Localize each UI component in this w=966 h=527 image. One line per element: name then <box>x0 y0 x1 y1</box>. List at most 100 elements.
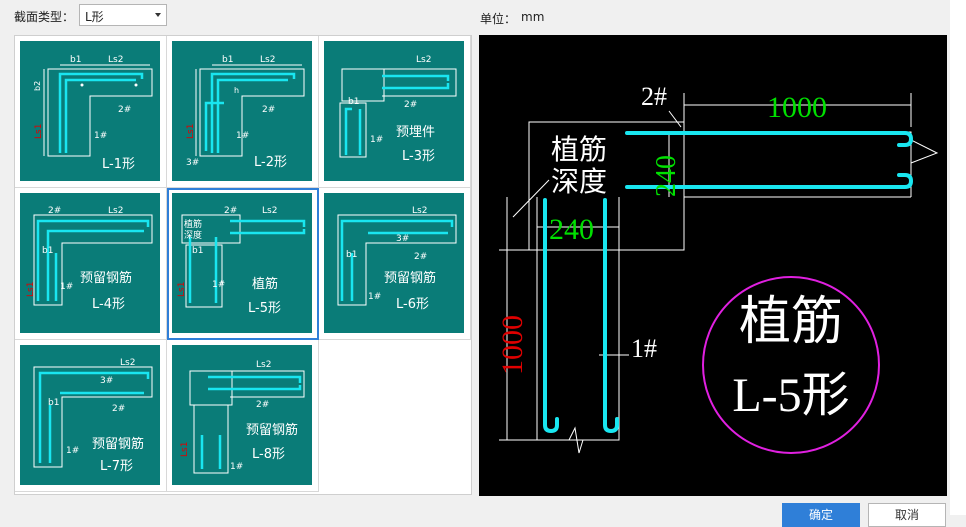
svg-text:b1: b1 <box>346 250 357 260</box>
svg-text:240: 240 <box>549 213 594 246</box>
shape-thumbnail: Ls2 3# 2# b1 1# 预留钢筋 L-6形 <box>324 193 464 333</box>
unit-value: mm <box>521 10 545 24</box>
l5-detail-drawing: 2# 1000 240 植筋 深度 240 1000 1# 植筋 L-5形 <box>496 82 939 454</box>
l5-drawing: 2# Ls2 植筋 深度 b1 Ls1 1# <box>177 206 306 308</box>
shape-name: L-1形 <box>102 157 135 172</box>
svg-text:1#: 1# <box>236 131 249 141</box>
svg-text:Ls2: Ls2 <box>108 55 123 65</box>
shape-tile-l4[interactable]: 2# Ls2 b1 Ls1 1# 预留钢筋 L-4形 <box>15 188 167 340</box>
shape-subtitle: 预留钢筋 <box>80 271 133 286</box>
svg-text:Ls1: Ls1 <box>180 442 190 457</box>
svg-text:Ls2: Ls2 <box>256 360 271 370</box>
shape-name: L-7形 <box>100 459 133 474</box>
shape-subtitle: 预留钢筋 <box>384 271 437 286</box>
shape-thumbnail: 2# Ls2 b1 Ls1 1# 预留钢筋 L-4形 <box>20 193 160 333</box>
svg-text:2#: 2# <box>112 404 125 414</box>
cancel-button[interactable]: 取消 <box>868 503 946 527</box>
svg-text:3#: 3# <box>396 234 409 244</box>
unit-label: 单位： <box>480 12 517 26</box>
svg-text:2#: 2# <box>404 100 417 110</box>
svg-text:植筋: 植筋 <box>184 218 202 230</box>
shape-thumbnail: b1 Ls2 h Ls1 2# 1# 3# L-2形 <box>172 41 312 181</box>
svg-text:1#: 1# <box>631 334 657 363</box>
shape-tile-l3[interactable]: Ls2 b1 2# 1# 预埋件 L-3形 <box>319 36 471 188</box>
shape-name: L-3形 <box>402 149 435 164</box>
l7-drawing: Ls2 3# 2# b1 1# <box>33 358 153 468</box>
shape-thumbnail: 2# Ls2 植筋 深度 b1 Ls1 1# 植筋 L-5形 <box>172 193 312 333</box>
shape-thumbnail: b1 Ls2 b2 Ls1 2# 1# L-1形 <box>20 41 160 181</box>
svg-text:1#: 1# <box>370 135 383 145</box>
shape-tile-l2[interactable]: b1 Ls2 h Ls1 2# 1# 3# L-2形 <box>167 36 319 188</box>
shape-tile-l8[interactable]: Ls2 2# 1# Ls1 预留钢筋 L-8形 <box>167 340 319 492</box>
section-type-select[interactable]: L形 <box>79 4 167 26</box>
shape-name: L-6形 <box>396 297 429 312</box>
shape-subtitle: 预留钢筋 <box>246 423 299 438</box>
shape-subtitle: 预留钢筋 <box>92 437 145 452</box>
svg-text:b2: b2 <box>33 81 42 91</box>
svg-text:Ls2: Ls2 <box>108 206 123 216</box>
svg-text:1#: 1# <box>66 446 79 456</box>
svg-text:Ls1: Ls1 <box>34 124 44 139</box>
shape-name: L-5形 <box>248 301 281 316</box>
shape-name: L-2形 <box>254 155 287 170</box>
l3-drawing: Ls2 b1 2# 1# <box>339 55 457 158</box>
shape-subtitle: 预埋件 <box>396 125 436 140</box>
svg-text:1#: 1# <box>212 280 225 290</box>
svg-text:2#: 2# <box>256 400 269 410</box>
svg-text:1000: 1000 <box>496 315 529 375</box>
section-shape-gallery: b1 Ls2 b2 Ls1 2# 1# L-1形 b1 Ls2 h Ls1 2#… <box>14 35 472 495</box>
shape-name: L-4形 <box>92 297 125 312</box>
shape-tile-l7[interactable]: Ls2 3# 2# b1 1# 预留钢筋 L-7形 <box>15 340 167 492</box>
svg-text:Ls1: Ls1 <box>186 124 196 139</box>
svg-text:3#: 3# <box>186 158 199 168</box>
section-type-label: 截面类型： <box>14 10 75 24</box>
ok-button[interactable]: 确定 <box>782 503 860 527</box>
shape-thumbnail: Ls2 2# 1# Ls1 预留钢筋 L-8形 <box>172 345 312 485</box>
svg-text:Ls1: Ls1 <box>26 282 36 297</box>
svg-text:2#: 2# <box>224 206 237 216</box>
window-edge <box>950 0 966 515</box>
l8-drawing: Ls2 2# 1# Ls1 <box>180 360 305 474</box>
shape-tile-l5[interactable]: 2# Ls2 植筋 深度 b1 Ls1 1# 植筋 L-5形 <box>167 188 319 340</box>
svg-text:植筋: 植筋 <box>739 294 843 351</box>
svg-text:L-5形: L-5形 <box>732 369 849 422</box>
svg-text:Ls2: Ls2 <box>412 206 427 216</box>
svg-text:3#: 3# <box>100 376 113 386</box>
svg-text:2#: 2# <box>118 105 131 115</box>
svg-text:240: 240 <box>651 155 682 197</box>
l4-drawing: 2# Ls2 b1 Ls1 1# <box>26 206 153 306</box>
svg-text:1#: 1# <box>94 131 107 141</box>
svg-text:1#: 1# <box>368 292 381 302</box>
svg-text:Ls2: Ls2 <box>260 55 275 65</box>
svg-text:b1: b1 <box>348 97 359 107</box>
shape-name: L-8形 <box>252 447 285 462</box>
svg-text:Ls1: Ls1 <box>177 282 187 297</box>
svg-text:b1: b1 <box>48 398 59 408</box>
svg-text:b1: b1 <box>222 55 233 65</box>
l6-drawing: Ls2 3# 2# b1 1# <box>337 206 457 306</box>
shape-tile-l1[interactable]: b1 Ls2 b2 Ls1 2# 1# L-1形 <box>15 36 167 188</box>
svg-text:Ls2: Ls2 <box>120 358 135 368</box>
l2-drawing: b1 Ls2 h Ls1 2# 1# 3# <box>186 55 305 168</box>
shape-thumbnail: Ls2 3# 2# b1 1# 预留钢筋 L-7形 <box>20 345 160 485</box>
svg-text:1#: 1# <box>230 462 243 472</box>
svg-text:Ls2: Ls2 <box>416 55 431 65</box>
svg-text:2#: 2# <box>48 206 61 216</box>
svg-text:2#: 2# <box>414 252 427 262</box>
svg-text:深度: 深度 <box>184 229 202 241</box>
shape-tile-l6[interactable]: Ls2 3# 2# b1 1# 预留钢筋 L-6形 <box>319 188 471 340</box>
svg-text:b1: b1 <box>192 246 203 256</box>
section-type-value: L形 <box>85 10 104 24</box>
svg-text:深度: 深度 <box>551 166 607 198</box>
svg-text:h: h <box>234 86 239 95</box>
svg-text:Ls2: Ls2 <box>262 206 277 216</box>
svg-text:b1: b1 <box>42 246 53 256</box>
svg-text:2#: 2# <box>262 105 275 115</box>
shape-subtitle: 植筋 <box>252 277 279 292</box>
svg-text:2#: 2# <box>641 82 667 111</box>
svg-text:植筋: 植筋 <box>551 134 607 166</box>
svg-text:b1: b1 <box>70 55 81 65</box>
svg-text:1000: 1000 <box>767 91 827 124</box>
shape-preview-canvas: 2# 1000 240 植筋 深度 240 1000 1# 植筋 L-5形 <box>479 35 947 496</box>
svg-text:1#: 1# <box>60 282 73 292</box>
